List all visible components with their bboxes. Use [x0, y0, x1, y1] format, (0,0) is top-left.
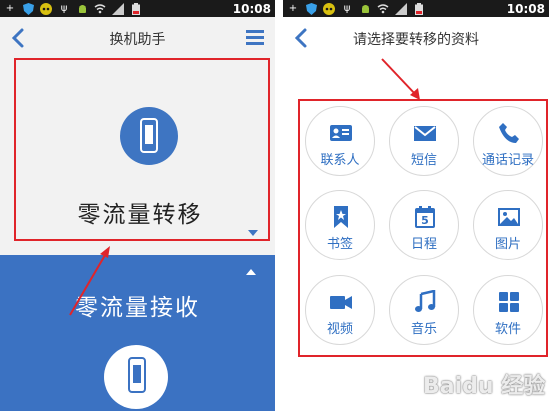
battery-icon [413, 2, 425, 15]
divider [275, 0, 283, 411]
phone-icon [104, 345, 168, 409]
wifi-icon [377, 3, 389, 15]
zero-data-receive-option[interactable]: 零流量接收 [0, 255, 275, 411]
shield-icon [305, 2, 317, 15]
signal-icon [112, 2, 124, 15]
shield-icon [22, 2, 34, 15]
game-icon [323, 2, 335, 15]
usb-icon: ψ [343, 2, 351, 14]
android-icon [359, 3, 371, 15]
menu-icon[interactable] [245, 25, 265, 49]
title-bar: 换机助手 [0, 17, 275, 59]
wifi-icon [94, 3, 106, 15]
title-bar: 请选择要转移的资料 [283, 17, 549, 59]
right-screen: + ψ 10:08 请选择要转移的资料 联系人 短信 通话记录 书签 5 日程 … [283, 0, 549, 411]
page-title: 换机助手 [109, 32, 166, 48]
add-icon: + [5, 2, 15, 14]
annotation-box [14, 58, 270, 241]
status-time: 10:08 [232, 1, 271, 16]
zero-data-receive-label: 零流量接收 [75, 295, 200, 321]
battery-icon [130, 2, 142, 15]
left-screen: + ψ 10:08 换机助手 零流量转移 零流量接收 [0, 0, 275, 411]
usb-icon: ψ [60, 2, 68, 14]
signal-icon [395, 2, 407, 15]
triangle-up-icon [246, 269, 256, 275]
annotation-arrow [381, 58, 420, 100]
status-time: 10:08 [506, 1, 545, 16]
annotation-arrow [69, 246, 110, 316]
page-title: 请选择要转移的资料 [353, 32, 479, 48]
status-bar: + ψ 10:08 [283, 0, 549, 17]
annotation-box [298, 99, 548, 357]
android-icon [76, 3, 88, 15]
baidu-watermark: Baidu 经验 [423, 374, 546, 399]
add-icon: + [288, 2, 298, 14]
game-icon [40, 2, 52, 15]
status-bar: + ψ 10:08 [0, 0, 275, 17]
